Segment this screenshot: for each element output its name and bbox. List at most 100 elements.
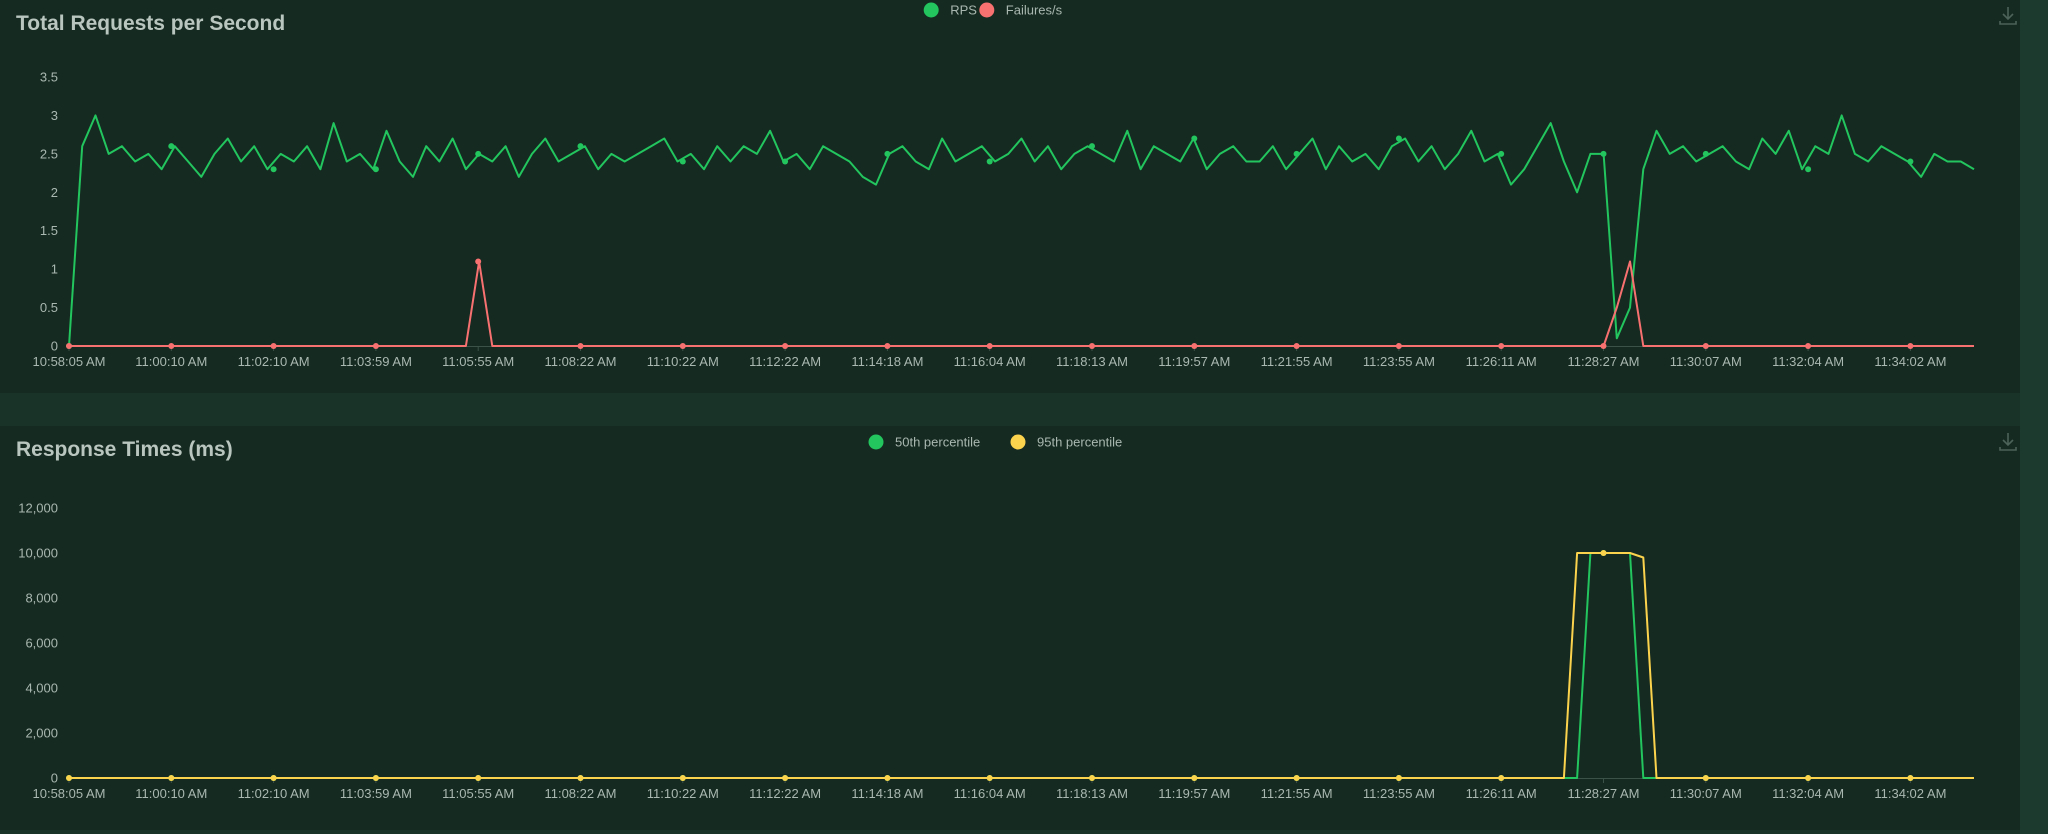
series-point[interactable] [1089,143,1095,150]
x-tick-label: 11:32:04 AM [1772,354,1844,369]
series-point[interactable] [168,775,175,781]
y-tick-label: 1 [51,262,58,277]
y-tick-label: 2.5 [40,146,58,161]
series-point[interactable] [1498,775,1505,781]
y-tick-label: 2 [51,185,58,200]
series-point[interactable] [270,166,277,173]
series-point[interactable] [1600,343,1607,349]
x-tick-label: 11:14:18 AM [851,786,923,801]
y-tick-label: 0 [51,771,58,786]
series-point[interactable] [168,343,175,349]
series-point[interactable] [782,775,789,781]
x-tick-label: 11:18:13 AM [1056,354,1128,369]
series-point[interactable] [782,158,789,165]
legend-item[interactable]: RPS [923,2,978,18]
series-point[interactable] [1293,343,1300,349]
x-tick-label: 11:08:22 AM [544,786,616,801]
rps-chart: RPS Failures/s 0 0.5 1 1.5 2 2.5 3 3.5 10:58:05 AM… [33,2,1975,369]
series-point[interactable] [1395,135,1402,142]
series-point[interactable] [986,158,993,165]
series-point[interactable] [782,343,789,349]
series-point[interactable] [1600,550,1607,556]
y-tick-label: 3 [51,108,58,123]
series-point[interactable] [1498,150,1505,157]
x-tick-label: 11:28:27 AM [1567,786,1639,801]
series-point[interactable] [66,775,72,781]
x-tick-label: 11:19:57 AM [1158,786,1230,801]
series-point[interactable] [1293,150,1300,157]
series-point[interactable] [1702,343,1709,349]
x-tick-label: 11:00:10 AM [135,786,207,801]
x-tick-label: 11:18:13 AM [1056,786,1128,801]
series-line [69,552,1974,779]
x-tick-label: 11:28:27 AM [1567,354,1639,369]
legend-label: Failures/s [1006,3,1063,18]
series-point[interactable] [1805,166,1812,173]
series-point[interactable] [1191,775,1198,781]
x-tick-label: 11:14:18 AM [851,354,923,369]
x-tick-label: 11:32:04 AM [1772,786,1844,801]
series-point[interactable] [986,343,993,349]
series-point[interactable] [1395,775,1402,781]
legend-item[interactable]: 95th percentile [1010,434,1123,450]
legend-item[interactable]: 50th percentile [868,434,981,450]
series-point[interactable] [372,166,379,173]
series-point[interactable] [1702,150,1709,157]
x-tick-label: 11:05:55 AM [442,786,514,801]
x-tick-label: 11:34:02 AM [1874,354,1946,369]
series-point[interactable] [884,343,891,349]
y-tick-label: 1.5 [40,223,58,238]
series-point[interactable] [1191,343,1198,349]
x-tick-label: 11:16:04 AM [954,786,1026,801]
series-point[interactable] [679,775,686,781]
series-point[interactable] [1702,775,1709,781]
series-point[interactable] [577,343,584,349]
series-point[interactable] [1089,343,1095,349]
series-point[interactable] [884,775,891,781]
series-point[interactable] [1600,150,1607,157]
series-point[interactable] [475,258,482,265]
legend-item[interactable]: Failures/s [979,2,1063,18]
series-line [69,260,1974,347]
series-point[interactable] [1293,775,1300,781]
legend-label: 95th percentile [1037,435,1122,450]
x-tick-label: 11:16:04 AM [954,354,1026,369]
series-point[interactable] [66,343,72,349]
series-point[interactable] [1907,343,1914,349]
series-point[interactable] [475,775,482,781]
y-tick-label: 0.5 [40,300,58,315]
series-point[interactable] [577,775,584,781]
download-icon[interactable] [1996,430,2020,454]
x-tick-label: 11:03:59 AM [340,786,412,801]
series-point[interactable] [679,343,686,349]
y-tick-label: 3.5 [40,70,58,85]
series-point[interactable] [475,150,482,157]
series-point[interactable] [1395,343,1402,349]
series-point[interactable] [1498,343,1505,349]
series-point[interactable] [1907,775,1914,781]
series-point[interactable] [1089,775,1095,781]
series-point[interactable] [679,158,686,165]
x-tick-label: 11:30:07 AM [1670,786,1742,801]
series-line [68,114,1975,347]
series-point[interactable] [168,143,175,150]
series-point[interactable] [372,343,379,349]
series-point[interactable] [1191,135,1198,142]
series-point[interactable] [270,775,277,781]
series-point[interactable] [986,775,993,781]
x-tick-label: 11:30:07 AM [1670,354,1742,369]
series-point[interactable] [1805,343,1812,349]
series-point[interactable] [270,343,277,349]
series-point[interactable] [884,150,891,157]
series-point[interactable] [1805,775,1812,781]
legend-marker [979,2,995,18]
legend-marker [923,2,939,18]
series-point[interactable] [1907,158,1914,165]
download-icon[interactable] [1996,4,2020,28]
scrollbar-track[interactable] [2020,0,2048,834]
x-tick-label: 11:00:10 AM [135,354,207,369]
series-point[interactable] [372,775,379,781]
series-point[interactable] [577,143,584,150]
y-tick-label: 4,000 [25,681,58,696]
x-tick-label: 11:26:11 AM [1466,786,1537,801]
